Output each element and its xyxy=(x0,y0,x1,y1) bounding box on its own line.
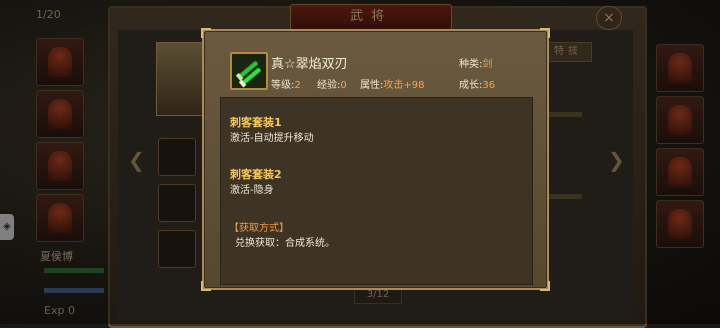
corner-ornament xyxy=(201,28,211,38)
obtain-method-title: 【获取方式】 xyxy=(229,223,289,234)
corner-ornament xyxy=(540,281,550,291)
item-level-value: 2 xyxy=(294,80,301,91)
set-bonus-title: 刺客套装2 xyxy=(230,168,282,181)
set-bonus-desc: 激活-自动提升移动 xyxy=(230,133,314,144)
item-exp-label: 经验: xyxy=(317,80,341,91)
corner-ornament xyxy=(540,28,550,38)
set-bonus-title: 刺客套装1 xyxy=(230,116,282,129)
twin-jade-blades-icon xyxy=(230,52,268,90)
corner-ornament xyxy=(201,281,211,291)
item-growth: 成长:36 xyxy=(459,76,495,91)
item-exp: 经验:0 xyxy=(317,76,347,91)
item-level-label: 等级: xyxy=(271,80,295,91)
item-attribute: 属性:攻击+98 xyxy=(360,76,424,91)
item-level: 等级:2 xyxy=(271,76,301,91)
item-type-label: 种类: xyxy=(459,59,483,70)
item-growth-label: 成长: xyxy=(459,80,483,91)
item-description-panel: 刺客套装1 激活-自动提升移动 刺客套装2 激活-隐身 【获取方式】 兑换获取：… xyxy=(220,97,533,285)
item-type-value: 剑 xyxy=(482,59,493,70)
set-bonus-desc: 激活-隐身 xyxy=(230,185,274,196)
item-name: 真☆翠焰双刃 xyxy=(271,57,348,72)
item-exp-value: 0 xyxy=(340,80,347,91)
item-detail-popup: 真☆翠焰双刃 种类:剑 等级:2 经验:0 属性:攻击+98 成长:36 刺客套… xyxy=(201,28,550,291)
item-growth-value: 36 xyxy=(482,80,496,91)
item-attribute-value: 攻击+98 xyxy=(383,80,425,91)
obtain-method-desc: 兑换获取：合成系统。 xyxy=(235,238,335,249)
item-type: 种类:剑 xyxy=(459,55,492,70)
item-attribute-label: 属性: xyxy=(360,80,384,91)
